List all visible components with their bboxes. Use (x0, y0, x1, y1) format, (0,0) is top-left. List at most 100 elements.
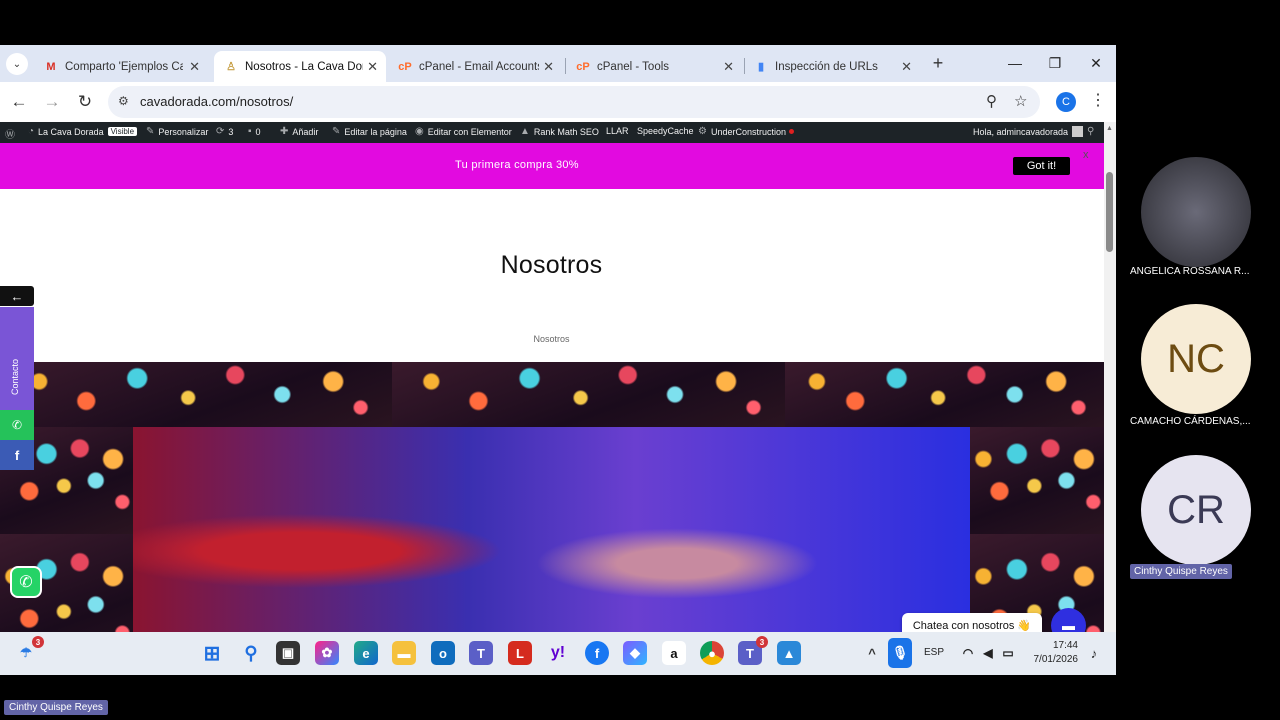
microphone-icon[interactable]: 🎙 (888, 638, 912, 668)
self-name-label: Cinthy Quispe Reyes (4, 700, 108, 715)
admin-edit-elementor[interactable]: ◉ Editar con Elementor (415, 126, 512, 137)
notifications-icon[interactable]: ♪ (1082, 641, 1106, 665)
menu-icon[interactable]: ⋮ (1090, 90, 1106, 110)
photos-icon[interactable]: ▲ (777, 641, 801, 665)
site-info-icon[interactable]: ⚙ (118, 94, 134, 110)
close-icon[interactable]: ✕ (723, 59, 734, 75)
whatsapp-icon: ✆ (11, 418, 23, 432)
screen: ⌄ M Comparto 'Ejemplos Cate ✕ ♙ Nosotros… (0, 0, 1280, 720)
clock-time[interactable]: 17:44 (1030, 640, 1078, 651)
side-panel-toggle[interactable]: ← (0, 286, 34, 306)
app-icon[interactable]: ◆ (623, 641, 647, 665)
amazon-icon[interactable]: a (662, 641, 686, 665)
bokeh-background-image (785, 362, 1104, 427)
tab-search-chevron-icon[interactable]: ⌄ (6, 53, 28, 75)
wp-logo-icon: Ⓦ (5, 130, 15, 141)
admin-updates[interactable]: ⟳ 3 (216, 126, 233, 137)
close-window-icon[interactable]: ✕ (1081, 51, 1111, 75)
profile-avatar[interactable]: C (1056, 92, 1076, 112)
admin-search-icon[interactable]: ⚲ (1087, 126, 1098, 137)
chrome-icon[interactable]: ● (700, 641, 724, 665)
comment-icon: ▪ (248, 126, 252, 137)
search-icon[interactable]: ⚲ (239, 641, 263, 665)
scroll-up-icon[interactable]: ▲ (1106, 125, 1113, 132)
language-indicator[interactable]: ESP (924, 647, 944, 658)
tab-cpanel-tools[interactable]: cP cPanel - Tools ✕ (566, 51, 742, 82)
close-icon[interactable]: ✕ (367, 59, 378, 75)
admin-llar[interactable]: LLAR (606, 126, 629, 136)
edge-icon[interactable]: e (354, 641, 378, 665)
teams-icon[interactable]: T (469, 641, 493, 665)
back-arrow-icon[interactable]: ← (7, 90, 31, 114)
windows-start-icon[interactable]: ⊞ (200, 641, 224, 665)
new-tab-icon[interactable]: + (928, 53, 948, 73)
underconstruction-label: UnderConstruction (710, 126, 787, 137)
pencil-icon: ✎ (332, 126, 341, 137)
forward-arrow-icon[interactable]: → (40, 90, 64, 114)
file-explorer-icon[interactable]: ▬ (392, 641, 416, 665)
admin-site-link[interactable]: ◔ La Cava Dorada Visible (28, 126, 138, 137)
chevron-up-icon[interactable]: ^ (860, 641, 884, 665)
reload-icon[interactable]: ↻ (73, 90, 97, 114)
tab-nosotros[interactable]: ♙ Nosotros - La Cava Dorad ✕ (214, 51, 386, 82)
tab-strip: ⌄ M Comparto 'Ejemplos Cate ✕ ♙ Nosotros… (0, 45, 1116, 82)
close-icon[interactable]: ✕ (901, 59, 912, 75)
gear-icon: ⚙ (698, 126, 707, 137)
updates-icon: ⟳ (216, 126, 225, 137)
greeting-label: Hola, admincavadorada (973, 126, 1069, 137)
search-console-icon: ▮ (757, 61, 765, 73)
participant-tile: NC CAMACHO CÁRDENAS,... (1128, 304, 1264, 434)
outlook-icon[interactable]: o (431, 641, 455, 665)
edit-page-label: Editar la página (344, 126, 407, 137)
bookmark-star-icon[interactable]: ☆ (1014, 92, 1027, 110)
got-it-button[interactable]: Got it! (1013, 157, 1070, 175)
clock-date[interactable]: 7/01/2026 (1020, 654, 1079, 665)
battery-icon[interactable]: ▭ (996, 641, 1020, 665)
admin-site-name: La Cava Dorada (38, 126, 104, 137)
facebook-side-button[interactable]: f (0, 440, 34, 470)
admin-rank-math[interactable]: ▲ Rank Math SEO (520, 126, 599, 137)
yahoo-icon[interactable]: y! (546, 641, 570, 665)
admin-speedycache[interactable]: SpeedyCache (637, 126, 694, 136)
admin-comments[interactable]: ▪ 0 (248, 126, 261, 137)
minimize-icon[interactable]: — (1000, 51, 1030, 75)
url-text[interactable]: cavadorada.com/nosotros/ (140, 94, 293, 109)
dashboard-icon: ◔ (28, 126, 35, 137)
page-scrollbar[interactable]: ▲ ▼ (1104, 122, 1116, 675)
browser-window: ⌄ M Comparto 'Ejemplos Cate ✕ ♙ Nosotros… (0, 45, 1116, 675)
contact-tab[interactable]: Contacto (0, 307, 34, 410)
tab-cpanel-email[interactable]: cP cPanel - Email Accounts ✕ (388, 51, 562, 82)
scroll-thumb[interactable] (1106, 172, 1113, 252)
tab-gmail[interactable]: M Comparto 'Ejemplos Cate ✕ (34, 51, 208, 82)
admin-customize[interactable]: ✎ Personalizar (146, 126, 208, 137)
restore-icon[interactable]: ❐ (1040, 51, 1070, 75)
copilot-icon[interactable]: ✿ (315, 641, 339, 665)
task-view-icon[interactable]: ▣ (276, 641, 300, 665)
tab-inspeccion[interactable]: ▮ Inspección de URLs ✕ (744, 51, 920, 82)
whatsapp-float-button[interactable]: ✆ (10, 566, 42, 598)
tab-label: Inspección de URLs (775, 60, 878, 73)
close-icon[interactable]: ✕ (543, 59, 554, 75)
lastpass-icon[interactable]: L (508, 641, 532, 665)
wordpress-icon[interactable]: Ⓦ (5, 126, 19, 141)
teams-badge: 3 (756, 636, 768, 648)
page-title: Nosotros (500, 251, 603, 279)
comments-count: 0 (255, 126, 261, 137)
address-bar[interactable]: ⚙ cavadorada.com/nosotros/ ⚲ ☆ (108, 86, 1040, 118)
zoom-icon[interactable]: ⚲ (986, 92, 997, 110)
cpanel-icon: cP (576, 60, 590, 73)
admin-edit-page[interactable]: ✎ Editar la página (332, 126, 407, 137)
teams-icon[interactable]: T3 (738, 636, 768, 665)
admin-account[interactable]: Hola, admincavadorada (973, 126, 1084, 137)
bokeh-background-image (970, 427, 1104, 534)
participant-name: Cinthy Quispe Reyes (1130, 564, 1232, 579)
participant-initials-avatar: CR (1141, 455, 1251, 565)
admin-add-new[interactable]: ✚ Añadir (280, 126, 318, 137)
admin-underconstruction[interactable]: ⚙ UnderConstruction (698, 126, 795, 137)
close-icon[interactable]: ✕ (189, 59, 200, 75)
weather-icon[interactable]: ☂ 3 (14, 636, 44, 665)
facebook-icon[interactable]: f (585, 641, 609, 665)
windows-taskbar: ☂ 3 ⊞ ⚲ ▣ ✿ e ▬ o T L y! f ◆ a ● T3 ▲ ^ 🎙… (0, 632, 1116, 675)
promo-close-button[interactable]: x (1083, 149, 1089, 161)
whatsapp-side-button[interactable]: ✆ (0, 410, 34, 440)
